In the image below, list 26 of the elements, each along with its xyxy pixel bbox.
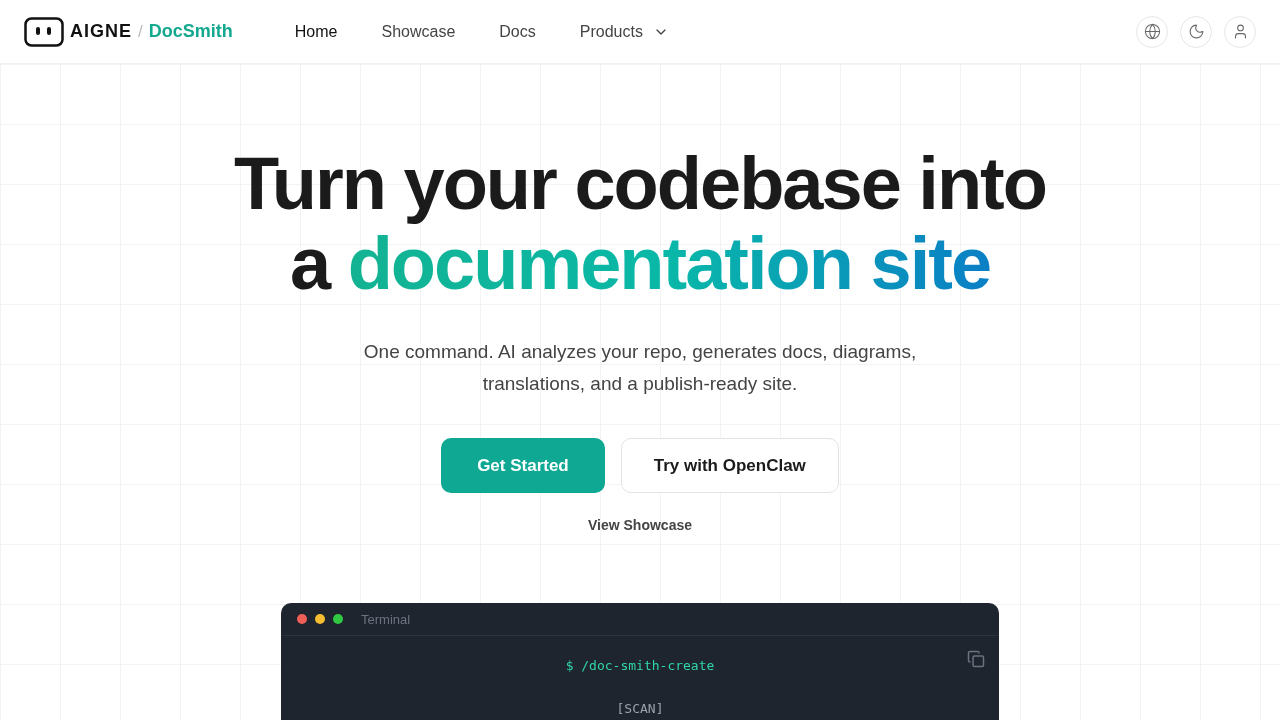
try-button[interactable]: Try with OpenClaw [620, 438, 839, 493]
nav-link[interactable]: Home [294, 22, 338, 41]
window-dot-icon [333, 614, 343, 624]
copy-icon [967, 650, 985, 668]
hero-subtitle: One command. AI analyzes your repo, generates docs, diagrams, translations, and a publish-ready site. [362, 340, 918, 396]
nav-link[interactable]: Showcase [381, 22, 456, 41]
hero-title: a [289, 222, 330, 305]
terminal-title: Terminal [361, 611, 411, 627]
globe-icon [1143, 23, 1161, 40]
hero-title: Turn your codebase into [234, 144, 1046, 224]
language-button[interactable] [1136, 15, 1168, 48]
brand-separator: / [138, 21, 143, 42]
moon-icon [1187, 23, 1205, 40]
copy-button[interactable] [967, 650, 985, 668]
logo-icon[interactable] [24, 16, 64, 47]
window-dot-icon [297, 614, 307, 624]
nav-link[interactable]: Products [579, 22, 669, 41]
terminal-output: [SCAN] [616, 701, 664, 716]
account-button[interactable] [1224, 15, 1256, 48]
terminal-command: $ /doc-smith-create [565, 658, 715, 673]
product-name: DocSmith [148, 21, 233, 42]
showcase-link[interactable]: View Showcase [588, 517, 692, 533]
window-dot-icon [315, 614, 325, 624]
nav-link[interactable]: Docs [499, 22, 536, 41]
brand-name: AIGNE [70, 21, 132, 42]
theme-button[interactable] [1180, 15, 1212, 48]
